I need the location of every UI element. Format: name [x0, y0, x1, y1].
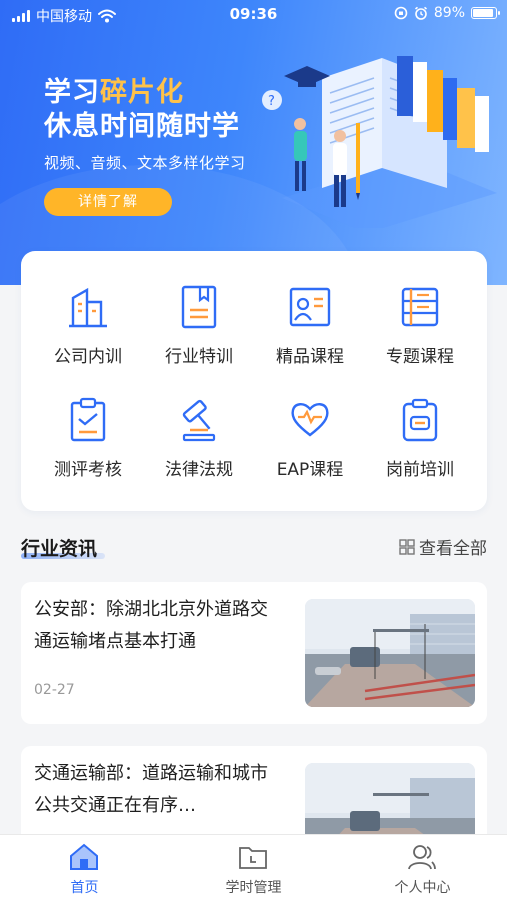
grid-icon [399, 538, 415, 555]
premium-course-icon [289, 287, 331, 327]
category-industry-training[interactable]: 行业特训 [144, 284, 254, 384]
hero-banner: 中国移动 09:36 89% 学习碎片化 休息时间随时学 视频、音频、文本多样化… [0, 0, 507, 285]
folder-clock-icon [239, 847, 267, 869]
tab-study-hours[interactable]: 学时管理 [169, 835, 338, 900]
category-pre-job-training[interactable]: 岗前培训 [365, 397, 475, 497]
status-right: 89% [394, 5, 500, 21]
topic-course-icon [401, 287, 439, 327]
category-label: EAP课程 [276, 460, 344, 480]
bottom-tab-bar: 首页 学时管理 个人中心 [0, 834, 507, 900]
category-label: 公司内训 [54, 347, 122, 367]
news-date: 02-27 [34, 682, 75, 698]
tab-profile[interactable]: 个人中心 [338, 835, 507, 900]
category-label: 精品课程 [276, 347, 344, 367]
category-label: 行业特训 [165, 347, 233, 367]
news-section-title: 行业资讯 [21, 538, 98, 560]
tab-label: 首页 [70, 880, 99, 896]
news-title: 交通运输部：道路运输和城市公共交通正在有序… [34, 763, 268, 816]
category-grid: 公司内训 行业特训 精品课程 专题课程 测评考核 法律法规 EAP课程 岗前培训 [21, 251, 487, 511]
company-building-icon [69, 287, 107, 328]
category-label: 法律法规 [165, 460, 233, 480]
user-group-icon [408, 845, 436, 870]
eap-heart-stethoscope-icon [291, 403, 329, 437]
category-assessment[interactable]: 测评考核 [33, 397, 143, 497]
news-thumbnail [305, 599, 475, 707]
industry-book-icon [181, 285, 217, 329]
banner-title-line2: 休息时间随时学 [44, 111, 240, 142]
tab-label: 个人中心 [394, 880, 451, 896]
category-company-training[interactable]: 公司内训 [33, 284, 143, 384]
svg-text:?: ? [268, 94, 275, 109]
alarm-icon [414, 6, 427, 20]
law-gavel-icon [182, 399, 216, 442]
banner-title-highlight: 碎片化 [100, 77, 184, 108]
battery-level [473, 9, 493, 17]
status-bar: 中国移动 09:36 89% [0, 0, 507, 30]
category-label: 测评考核 [54, 460, 122, 480]
banner-title-prefix: 学习 [44, 77, 100, 108]
tab-home[interactable]: 首页 [0, 835, 169, 900]
category-premium-course[interactable]: 精品课程 [255, 284, 365, 384]
banner-subtitle: 视频、音频、文本多样化学习 [44, 154, 246, 172]
category-label: 岗前培训 [386, 460, 454, 480]
view-all-label: 查看全部 [419, 539, 487, 559]
details-button[interactable]: 详情了解 [44, 188, 172, 216]
news-item[interactable]: 公安部：除湖北北京外道路交通运输堵点基本打通 02-27 [21, 582, 487, 724]
category-label: 专题课程 [386, 347, 454, 367]
category-eap-course[interactable]: EAP课程 [255, 397, 365, 497]
view-all-button[interactable]: 查看全部 [399, 534, 487, 559]
learning-illustration: ? [262, 56, 497, 228]
tab-label: 学时管理 [225, 880, 282, 896]
category-law[interactable]: 法律法规 [144, 397, 254, 497]
assessment-clipboard-icon [70, 397, 106, 442]
news-title: 公安部：除湖北北京外道路交通运输堵点基本打通 [34, 599, 268, 652]
home-icon [70, 843, 98, 870]
battery-icon [471, 7, 500, 19]
battery-percent: 89% [433, 5, 465, 21]
category-topic-course[interactable]: 专题课程 [365, 284, 475, 384]
pre-job-training-icon [402, 398, 438, 442]
banner-title: 学习碎片化 [44, 76, 184, 110]
rotation-lock-icon [394, 6, 408, 20]
